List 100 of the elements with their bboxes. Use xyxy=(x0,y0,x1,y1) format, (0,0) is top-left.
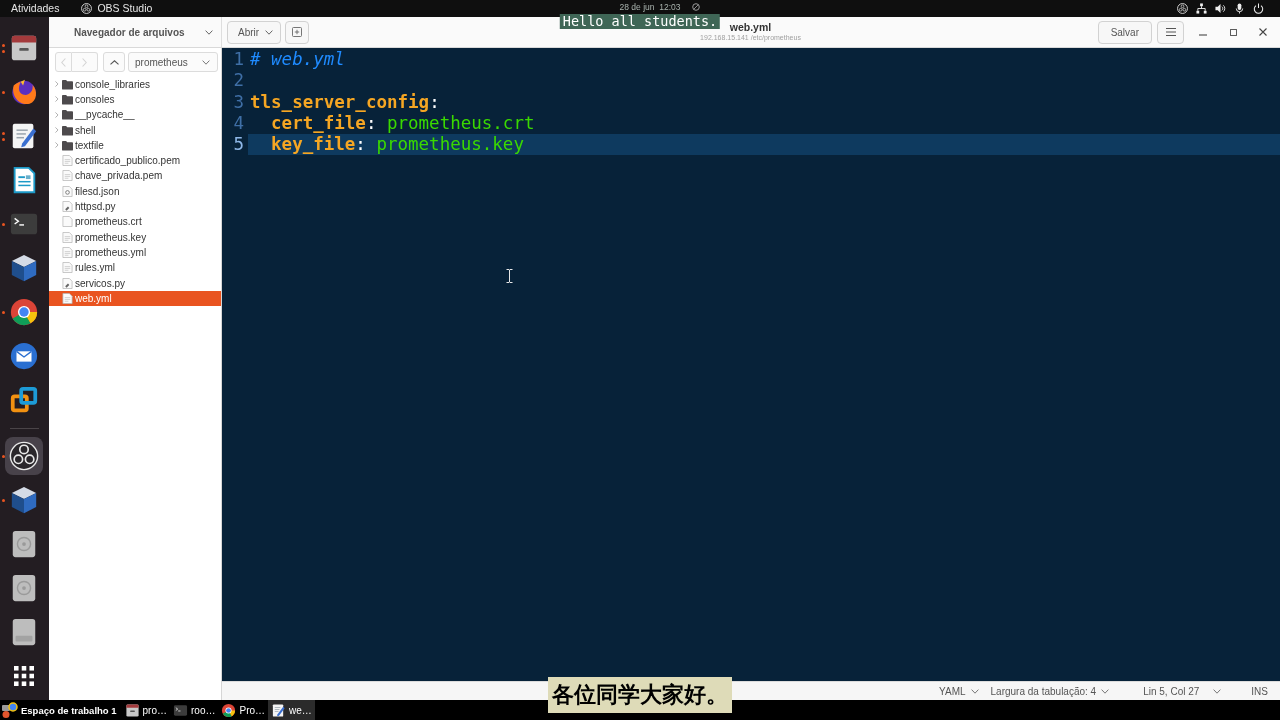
subtitle-caption: 各位同学大家好。 xyxy=(548,677,732,713)
folder-icon xyxy=(62,139,73,151)
tree-row[interactable]: console_libraries xyxy=(49,76,221,92)
tree-row[interactable]: prometheus.crt xyxy=(49,214,221,230)
taskbar-item[interactable]: pro… xyxy=(121,700,170,720)
taskbar-item[interactable]: Pro… xyxy=(218,700,269,720)
caret-icon xyxy=(265,29,274,35)
folder-name: consoles xyxy=(75,92,115,106)
code-editor[interactable]: 1 # web.yml 2 3 tls_server_config: 4 cert_file: prometheus.crt 5 key_file: prometheus.key xyxy=(222,48,1280,681)
line-number: 2 xyxy=(233,70,244,92)
tree-row[interactable]: web.yml xyxy=(49,290,221,306)
text-file-icon xyxy=(62,170,73,182)
insert-mode: INS xyxy=(1251,685,1268,697)
close-icon xyxy=(1259,28,1267,36)
tab-width-dropdown[interactable]: Largura da tabulação: 4 xyxy=(990,685,1110,697)
file-cabinet-icon xyxy=(9,33,39,63)
panel-selector[interactable]: Navegador de arquivos xyxy=(72,26,215,38)
tree-row[interactable]: httpsd.py xyxy=(49,198,221,215)
caret-icon xyxy=(970,688,979,694)
power-icon[interactable] xyxy=(1253,3,1264,14)
caret-icon xyxy=(202,59,210,65)
app-menu-button[interactable]: OBS Studio xyxy=(97,2,153,15)
menu-button[interactable] xyxy=(1157,20,1184,44)
folder-name: __pycache__ xyxy=(75,108,135,122)
new-tab-button[interactable] xyxy=(285,20,310,44)
app-grid-icon[interactable] xyxy=(14,666,34,686)
script-file-icon xyxy=(62,201,73,212)
code-line: cert_file: prometheus.crt xyxy=(271,112,535,133)
fox-globe-icon xyxy=(9,77,39,107)
file-name: prometheus.crt xyxy=(75,215,142,229)
rings-circle-icon xyxy=(9,441,39,471)
folder-name: console_libraries xyxy=(75,77,151,91)
line-number: 1 xyxy=(233,49,244,71)
maximize-icon xyxy=(1229,28,1237,36)
code-line: key_file: prometheus.key xyxy=(271,134,524,155)
text-file-icon xyxy=(62,292,73,304)
line-number: 3 xyxy=(233,91,244,113)
ring-ball-icon xyxy=(221,702,237,718)
location-dropdown[interactable]: prometheus xyxy=(128,52,218,72)
script-file-icon xyxy=(62,277,73,289)
folder-name: shell xyxy=(75,123,96,137)
folder-name: textfile xyxy=(75,138,104,152)
file-icon xyxy=(62,216,73,228)
slashed-circle-icon xyxy=(692,3,701,11)
caret-icon xyxy=(1101,688,1110,694)
open-button[interactable]: Abrir xyxy=(227,20,282,44)
folder-icon xyxy=(62,78,73,90)
window-title: web.yml xyxy=(729,21,772,33)
tree-row[interactable]: textfile xyxy=(49,137,221,153)
caret-icon[interactable] xyxy=(1213,688,1222,694)
tree-row[interactable]: shell xyxy=(49,122,221,138)
new-tab-icon xyxy=(292,27,303,37)
tree-row[interactable]: rules.yml xyxy=(49,260,221,276)
terminal-icon xyxy=(173,702,188,718)
text-file-icon xyxy=(62,262,73,274)
file-name: chave_privada.pem xyxy=(75,169,163,183)
cursor-position: Lin 5, Col 27 xyxy=(1143,685,1200,697)
tree-row[interactable]: filesd.json xyxy=(49,183,221,199)
file-name: web.yml xyxy=(75,291,112,305)
activities-button[interactable]: Atividades xyxy=(11,2,60,15)
rings-circle-icon[interactable] xyxy=(1177,3,1188,14)
taskbar-item[interactable]: we… xyxy=(268,700,315,720)
tree-row[interactable]: prometheus.yml xyxy=(49,244,221,261)
settings-file-icon xyxy=(62,185,73,197)
tree-row[interactable]: certificado_publico.pem xyxy=(49,153,221,169)
folder-icon xyxy=(62,109,73,121)
clock-button[interactable]: 28 de jun 12:03 xyxy=(619,2,681,13)
microphone-icon[interactable] xyxy=(1234,3,1245,14)
tree-row[interactable]: prometheus.key xyxy=(49,229,221,245)
caret-icon xyxy=(204,29,213,35)
volume-icon[interactable] xyxy=(1215,3,1226,14)
taskbar-item[interactable]: roo… xyxy=(170,700,219,720)
network-icon[interactable] xyxy=(1196,3,1207,14)
workspace-label: Espaço de trabalho 1 xyxy=(21,704,117,716)
tree-row[interactable]: __pycache__ xyxy=(49,107,221,123)
tree-row[interactable]: consoles xyxy=(49,91,221,108)
file-name: certificado_publico.pem xyxy=(75,154,181,168)
language-dropdown[interactable]: YAML xyxy=(939,685,979,697)
i-beam-cursor-icon xyxy=(506,269,513,283)
workspace-icon xyxy=(2,702,18,718)
line-number: 5 xyxy=(233,134,244,156)
file-name: servicos.py xyxy=(75,276,125,290)
cube-icon xyxy=(9,485,39,515)
code-line: # web.yml xyxy=(250,49,345,69)
save-button[interactable]: Salvar xyxy=(1097,20,1152,44)
tree-row[interactable]: servicos.py xyxy=(49,275,221,291)
subtitle-caption: Hello all students. xyxy=(559,14,721,29)
text-file-icon xyxy=(62,246,73,258)
folder-icon xyxy=(62,93,73,105)
overlapping-squares-icon xyxy=(9,385,39,415)
file-cabinet-icon xyxy=(124,702,140,718)
code-line: tls_server_config: xyxy=(250,91,440,112)
file-name: rules.yml xyxy=(75,261,115,275)
dock-launcher[interactable] xyxy=(5,437,43,475)
ring-ball-icon xyxy=(9,297,39,327)
tree-row[interactable]: chave_privada.pem xyxy=(49,168,221,184)
folder-icon xyxy=(62,124,73,136)
line-number: 4 xyxy=(233,112,244,135)
cube-icon xyxy=(9,253,39,283)
file-name: httpsd.py xyxy=(75,200,116,213)
